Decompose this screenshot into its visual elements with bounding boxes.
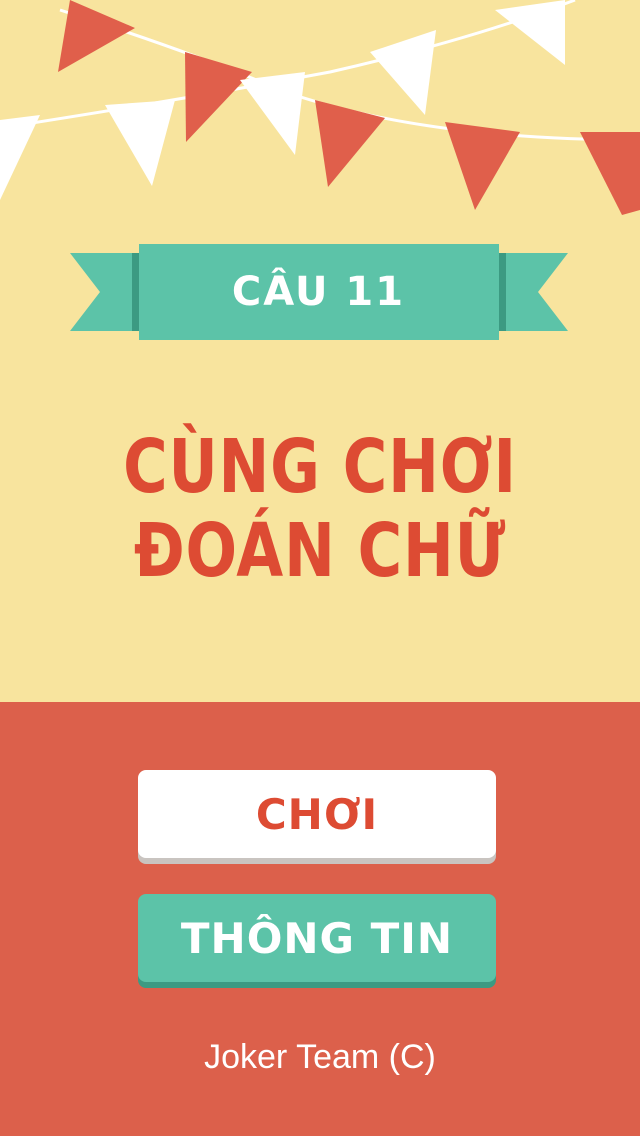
level-label: CÂU 11 xyxy=(231,269,406,315)
game-title-line-1: CÙNG CHƠI xyxy=(123,424,517,510)
bunting-flags-decoration xyxy=(0,0,640,215)
game-title-line-2: ĐOÁN CHỮ xyxy=(133,508,507,594)
credit-text: Joker Team (C) xyxy=(204,1038,436,1076)
info-button[interactable]: THÔNG TIN xyxy=(138,894,496,982)
play-button[interactable]: CHƠI xyxy=(138,770,496,858)
game-title: CÙNG CHƠI ĐOÁN CHỮ xyxy=(58,425,583,593)
